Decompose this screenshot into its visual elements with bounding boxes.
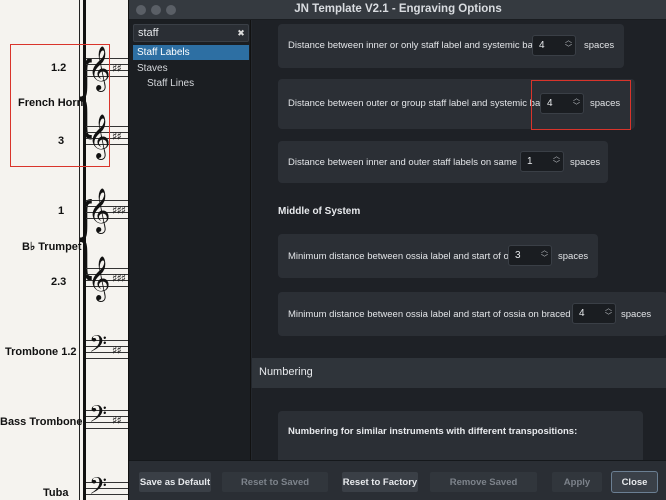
number-stepper[interactable]: 4 ︿ ﹀ bbox=[572, 303, 616, 324]
numbering-heading: Numbering for similar instruments with d… bbox=[288, 426, 578, 437]
staff-label-tuba: Tuba bbox=[43, 487, 69, 499]
stepper-arrows-icon[interactable]: ︿ ﹀ bbox=[605, 305, 612, 321]
key-signature: ♯♯♯ bbox=[112, 204, 126, 217]
staff-label-bass-trombone: Bass Trombone bbox=[0, 416, 83, 428]
option-label: Distance between outer or group staff la… bbox=[288, 98, 561, 109]
bass-clef-icon: 𝄢 bbox=[89, 330, 108, 363]
section-heading-middle-of-system: Middle of System bbox=[278, 206, 361, 217]
treble-clef-icon: 𝄞 bbox=[88, 256, 111, 300]
option-card: Distance between inner or only staff lab… bbox=[278, 24, 624, 68]
highlight-box-stepper bbox=[531, 80, 631, 130]
key-signature: ♯♯ bbox=[112, 344, 122, 357]
units-label: spaces bbox=[584, 40, 615, 51]
sidebar: staff ✖ Staff Labels Staves Staff Lines bbox=[129, 20, 251, 460]
stepper-value: 4 bbox=[579, 308, 585, 319]
stepper-value: 1 bbox=[527, 156, 533, 167]
sidebar-item-staff-labels[interactable]: Staff Labels bbox=[133, 45, 249, 60]
stepper-arrows-icon[interactable]: ︿ ﹀ bbox=[565, 37, 572, 53]
stepper-arrows-icon[interactable]: ︿ ﹀ bbox=[541, 247, 548, 263]
number-stepper[interactable]: 4 ︿ ﹀ bbox=[532, 35, 576, 56]
apply-button[interactable]: Apply bbox=[551, 471, 603, 493]
option-card: Minimum distance between ossia label and… bbox=[278, 292, 666, 336]
section-numbering[interactable]: Numbering bbox=[252, 358, 666, 388]
reset-to-factory-button[interactable]: Reset to Factory bbox=[341, 471, 419, 493]
engraving-options-dialog: JN Template V2.1 - Engraving Options sta… bbox=[128, 0, 666, 500]
staff-label-trumpet: B♭ Trumpet bbox=[22, 241, 82, 253]
option-card: Minimum distance between ossia label and… bbox=[278, 234, 598, 278]
number-stepper[interactable]: 3 ︿ ﹀ bbox=[508, 245, 552, 266]
key-signature: ♯♯ bbox=[112, 62, 122, 75]
stepper-value: 3 bbox=[515, 250, 521, 261]
treble-clef-icon: 𝄞 bbox=[88, 188, 111, 232]
number-stepper[interactable]: 1 ︿ ﹀ bbox=[520, 151, 564, 172]
bass-clef-icon: 𝄢 bbox=[89, 400, 108, 433]
staff-label-trombone: Trombone 1.2 bbox=[5, 346, 77, 358]
sidebar-item-staff-lines[interactable]: Staff Lines bbox=[133, 76, 249, 91]
search-input[interactable]: staff bbox=[133, 24, 249, 42]
staff-label-trumpet-1: 1 bbox=[58, 205, 65, 217]
option-card: Distance between inner and outer staff l… bbox=[278, 141, 608, 183]
section-title-numbering: Numbering bbox=[259, 366, 313, 378]
staff-label-trumpet-2-3: 2.3 bbox=[51, 276, 67, 288]
option-label: Minimum distance between ossia label and… bbox=[288, 251, 529, 262]
save-as-default-button[interactable]: Save as Default bbox=[138, 471, 212, 493]
key-signature: ♯♯ bbox=[112, 130, 122, 143]
option-label: Distance between inner and outer staff l… bbox=[288, 157, 541, 168]
close-button[interactable]: Close bbox=[611, 471, 658, 493]
option-label: Distance between inner or only staff lab… bbox=[288, 40, 554, 51]
key-signature: ♯♯ bbox=[112, 414, 122, 427]
option-card: Numbering for similar instruments with d… bbox=[278, 411, 643, 460]
stepper-arrows-icon[interactable]: ︿ ﹀ bbox=[553, 153, 560, 169]
clear-search-icon[interactable]: ✖ bbox=[236, 28, 246, 38]
remove-saved-defaults-button[interactable]: Remove Saved Defaults bbox=[429, 471, 538, 500]
highlight-box-labels bbox=[10, 44, 110, 167]
title-bar: JN Template V2.1 - Engraving Options bbox=[129, 0, 666, 20]
bass-clef-icon: 𝄢 bbox=[89, 472, 108, 500]
stepper-value: 4 bbox=[539, 40, 545, 51]
sidebar-item-staves[interactable]: Staves bbox=[133, 61, 249, 76]
reset-to-saved-defaults-button[interactable]: Reset to Saved Defaults bbox=[221, 471, 329, 500]
units-label: spaces bbox=[570, 157, 601, 168]
key-signature: ♯♯♯ bbox=[112, 272, 126, 285]
window-title: JN Template V2.1 - Engraving Options bbox=[294, 3, 502, 15]
dialog-footer: Save as Default Reset to Saved Defaults … bbox=[129, 460, 666, 500]
option-label: Minimum distance between ossia label and… bbox=[288, 309, 604, 320]
units-label: spaces bbox=[558, 251, 589, 262]
units-label: spaces bbox=[621, 309, 652, 320]
